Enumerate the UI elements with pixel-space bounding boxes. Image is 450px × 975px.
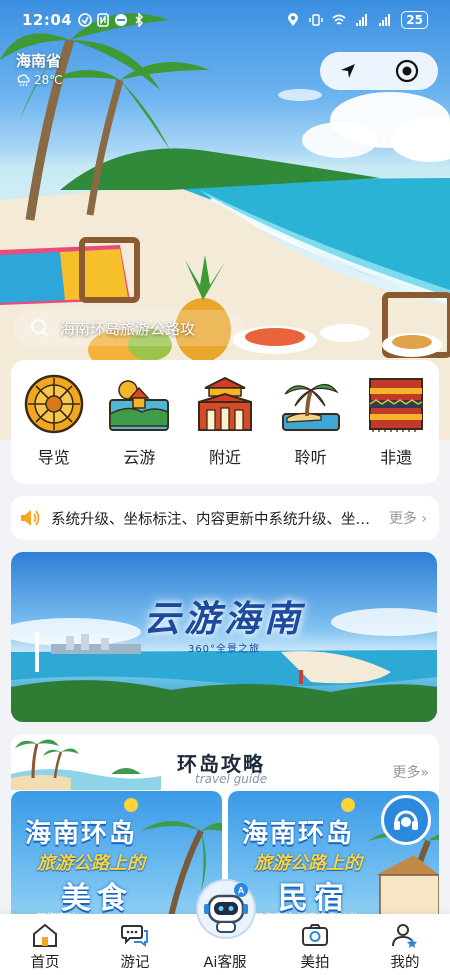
headset-icon xyxy=(394,810,418,830)
card-title-line1: 海南环岛 xyxy=(242,819,355,849)
search-input[interactable]: 海南环岛旅游公路攻 xyxy=(60,318,195,339)
camera-icon xyxy=(302,924,328,946)
bluetooth-icon xyxy=(135,13,144,27)
announcement-text: 系统升级、坐标标注、内容更新中系统升级、坐标标注 xyxy=(51,511,379,528)
category-label: 附近 xyxy=(208,448,241,467)
location-pin-icon xyxy=(288,13,299,26)
navigation-arrow-icon[interactable] xyxy=(339,62,357,80)
palace-gate-icon xyxy=(197,376,252,431)
tab-label: 美拍 xyxy=(300,955,330,971)
category-listen[interactable]: 聆听 xyxy=(276,374,346,468)
temperature-label: 28℃ xyxy=(34,73,63,87)
signal-4g-icon xyxy=(356,14,368,26)
robot-icon[interactable]: A xyxy=(195,878,257,940)
home-icon xyxy=(33,923,57,947)
province-label: 海南省 xyxy=(16,52,62,70)
beach-palm-decoration-icon xyxy=(11,739,161,790)
tab-travel-notes[interactable]: 游记 xyxy=(100,922,170,972)
search-bar[interactable]: 海南环岛旅游公路攻 xyxy=(14,310,244,346)
svg-text:A: A xyxy=(238,886,245,896)
tab-photo[interactable]: 美拍 xyxy=(280,922,350,972)
card-title-line2: 旅游公路上的 xyxy=(254,853,362,874)
compass-guide-icon xyxy=(24,374,84,434)
category-guide[interactable]: 导览 xyxy=(19,374,89,468)
card-title-line1: 海南环岛 xyxy=(25,819,138,849)
customer-service-float-button[interactable] xyxy=(381,795,431,845)
guide-more-link[interactable]: 更多» xyxy=(392,762,429,782)
tab-label: Ai客服 xyxy=(203,955,247,971)
category-label: 云游 xyxy=(123,448,156,467)
category-label: 导览 xyxy=(37,448,70,467)
battery-level: 25 xyxy=(401,11,428,29)
status-bar: 12:04 25 xyxy=(0,0,450,40)
vibrate-icon xyxy=(309,14,324,26)
category-label: 聆听 xyxy=(294,448,327,467)
search-icon xyxy=(31,319,49,337)
card-title-line2: 旅游公路上的 xyxy=(37,853,145,874)
signal-5g-icon xyxy=(379,14,391,26)
chat-bubbles-icon xyxy=(121,925,148,947)
scan-target-icon[interactable] xyxy=(395,59,419,83)
speaker-announcement-icon xyxy=(21,510,40,526)
tab-label: 游记 xyxy=(120,955,150,971)
category-heritage[interactable]: 非遗 xyxy=(361,374,431,468)
tab-profile[interactable]: 我的 xyxy=(370,922,440,972)
banner-subtitle: 360°全景之旅 xyxy=(187,644,261,655)
category-nearby[interactable]: 附近 xyxy=(190,374,260,468)
cloud-tour-banner[interactable]: 云游海南 360°全景之旅 xyxy=(11,552,437,722)
li-brocade-icon xyxy=(369,378,424,432)
nfc-icon xyxy=(97,13,110,27)
tab-label: 首页 xyxy=(30,955,60,971)
status-time: 12:04 xyxy=(22,11,73,29)
notification-icon xyxy=(78,13,93,27)
user-icon xyxy=(392,924,417,948)
do-not-disturb-icon xyxy=(115,14,128,26)
wifi-icon xyxy=(332,14,346,25)
pavilion-landscape-icon xyxy=(109,380,170,431)
location-weather[interactable]: 海南省 28℃ xyxy=(16,50,63,87)
rain-cloud-icon xyxy=(17,74,30,87)
category-label: 非遗 xyxy=(380,448,413,467)
category-grid: 导览 云游 附近 聆听 非遗 xyxy=(11,360,439,484)
announcement-bar[interactable]: 系统升级、坐标标注、内容更新中系统升级、坐标标注 更多 › xyxy=(11,496,439,540)
map-actions-pill xyxy=(320,52,438,90)
section-subtitle: travel guide xyxy=(195,772,268,786)
category-cloud-tour[interactable]: 云游 xyxy=(104,374,174,468)
announcement-more-link[interactable]: 更多 › xyxy=(389,508,427,528)
palm-island-icon xyxy=(281,383,340,431)
banner-title: 云游海南 xyxy=(143,598,304,640)
tab-home[interactable]: 首页 xyxy=(10,922,80,972)
tab-label: 我的 xyxy=(390,955,420,971)
